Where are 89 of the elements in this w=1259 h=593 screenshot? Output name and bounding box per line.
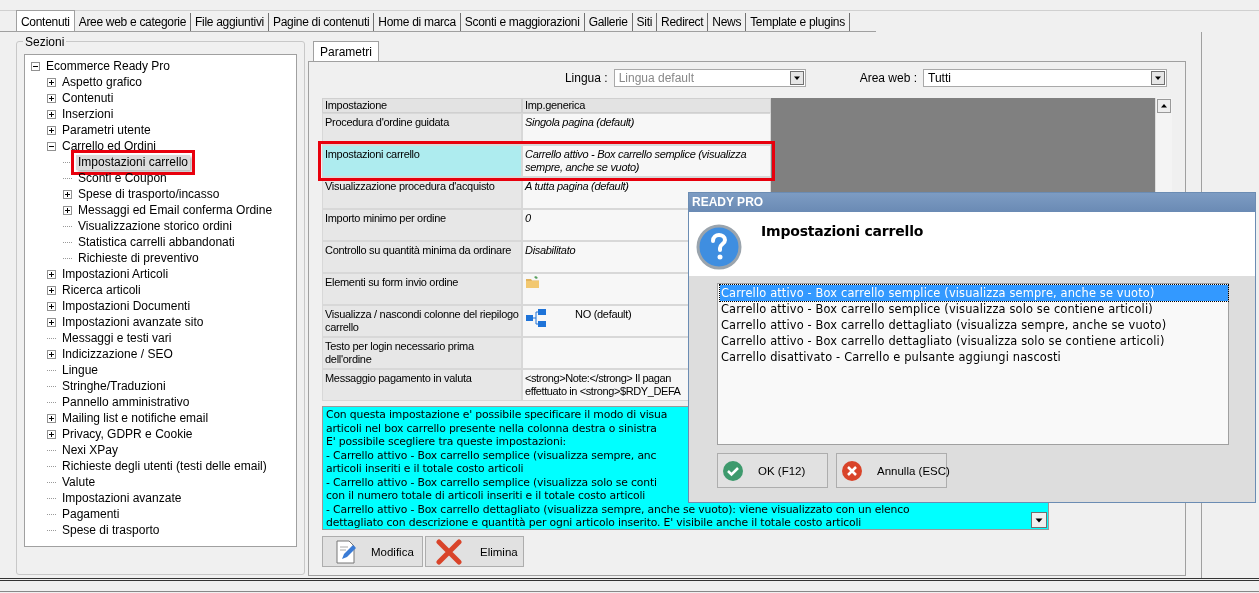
- expander-icon[interactable]: [47, 77, 56, 87]
- tree-item[interactable]: Contenuti: [60, 90, 116, 106]
- description-line: E' possibile scegliere tra queste impostazioni:: [326, 435, 566, 449]
- edit-document-icon: [333, 538, 359, 565]
- description-line: dettagliato con descrizione e quantità per ogni articolo inserito. E' visibile anche il totale costo articoli: [326, 516, 862, 530]
- expander-icon[interactable]: [47, 109, 56, 119]
- tree-item[interactable]: Messaggi e testi vari: [60, 330, 174, 346]
- close-icon: [841, 459, 863, 482]
- cell-value: NO (default): [575, 308, 632, 321]
- tree-item[interactable]: Ecommerce Ready Pro: [44, 58, 173, 74]
- description-line: Con questa impostazione e' possibile specificare il modo di visua: [326, 408, 668, 422]
- dropdown[interactable]: Tutti: [923, 69, 1167, 87]
- tree-item[interactable]: Privacy, GDPR e Cookie: [60, 426, 195, 442]
- expander-icon[interactable]: [47, 141, 56, 151]
- list-option[interactable]: Carrello attivo - Box carrello semplice (visualizza solo se contiene articoli): [720, 301, 1228, 317]
- tree-item[interactable]: Mailing list e notifiche email: [60, 410, 211, 426]
- tree-item[interactable]: Pannello amministrativo: [60, 394, 192, 410]
- expander-icon[interactable]: [47, 93, 56, 103]
- tree-item[interactable]: Nexi XPay: [60, 442, 121, 458]
- list-option[interactable]: Carrello disattivato - Carrello e pulsante aggiungi nascosti: [720, 349, 1228, 365]
- tree-item[interactable]: Carrello ed Ordini: [60, 138, 159, 154]
- description-line: - Carrello attivo - Box carrello dettagliato (visualizza sempre, anche se vuoto): viene visualizzato con un elenco: [326, 502, 910, 516]
- description-line: con il numero totale di articoli inseriti e il totale costo articoli: [326, 489, 646, 503]
- tree-item[interactable]: Impostazioni Articoli: [60, 266, 171, 282]
- tree-item[interactable]: Spese di trasporto: [60, 522, 162, 538]
- tree-item[interactable]: Indicizzazione / SEO: [60, 346, 175, 362]
- tree-item[interactable]: Impostazioni avanzate: [60, 490, 184, 506]
- scroll-up-icon[interactable]: [1157, 99, 1171, 113]
- expander-icon[interactable]: [31, 61, 40, 71]
- expander-icon[interactable]: [47, 349, 56, 359]
- list-option[interactable]: Carrello attivo - Box carrello dettagliato (visualizza sempre, anche se vuoto): [720, 317, 1228, 333]
- delete-icon: [436, 538, 462, 565]
- table-cell: Testo per login necessario prima dell'ordine: [322, 337, 522, 369]
- table-cell: Carrello attivo - Box carrello semplice (visualizza sempre, anche se vuoto): [522, 145, 771, 177]
- tree-item[interactable]: Inserzioni: [60, 106, 116, 122]
- tree-item[interactable]: Parametri utente: [60, 122, 153, 138]
- expander-icon[interactable]: [47, 125, 56, 135]
- list-option[interactable]: Carrello attivo - Box carrello dettagliato (visualizza solo se contiene articoli): [720, 333, 1228, 349]
- table-cell: Importo minimo per ordine: [322, 209, 522, 241]
- expander-icon[interactable]: [47, 301, 56, 311]
- tree-item[interactable]: Pagamenti: [60, 506, 122, 522]
- table-cell: Visualizzazione procedura d'acquisto: [322, 177, 522, 209]
- table-cell: Elementi su form invio ordine: [322, 273, 522, 305]
- expander-icon[interactable]: [63, 189, 72, 199]
- filter-label: Lingua :: [564, 71, 608, 85]
- group-title: Sezioni: [23, 35, 67, 49]
- tree-item[interactable]: Visualizzazione storico ordini: [76, 218, 234, 234]
- expander-icon[interactable]: [47, 317, 56, 327]
- tab[interactable]: Contenuti: [16, 10, 75, 31]
- tree-item[interactable]: Messaggi ed Email conferma Ordine: [76, 202, 275, 218]
- description-line: articoli inseriti e il totale costo articoli: [326, 462, 524, 476]
- options-list[interactable]: [717, 283, 1229, 445]
- expander-icon[interactable]: [47, 429, 56, 439]
- tree-item[interactable]: Spese di trasporto/incasso: [76, 186, 222, 202]
- check-icon: [722, 459, 744, 482]
- tree-item[interactable]: Lingue: [60, 362, 101, 378]
- tree-item[interactable]: Impostazioni avanzate sito: [60, 314, 206, 330]
- tree-item[interactable]: Aspetto grafico: [60, 74, 145, 90]
- table-cell: Impostazioni carrello: [322, 145, 522, 177]
- help-icon: [696, 224, 742, 270]
- expander-icon[interactable]: [47, 269, 56, 279]
- table-cell: Controllo su quantità minima da ordinare: [322, 241, 522, 273]
- tree-item[interactable]: Richieste degli utenti (testi delle email): [60, 458, 269, 474]
- dialog-title: READY PRO: [689, 193, 1255, 212]
- description-line: articoli nel box carrello presente nella colonna destra o sinistra: [326, 421, 657, 435]
- tree-item[interactable]: Statistica carrelli abbandonati: [76, 234, 237, 250]
- tab[interactable]: Parametri: [313, 41, 379, 61]
- expander-icon[interactable]: [63, 205, 72, 215]
- folder-icon: [525, 276, 540, 289]
- tree-item[interactable]: Stringhe/Traduzioni: [60, 378, 168, 394]
- table-cell: Visualizza / nascondi colonne del riepilogo carrello: [322, 305, 522, 337]
- tree-item[interactable]: Impostazioni Documenti: [60, 298, 193, 314]
- tree-item[interactable]: Valute: [60, 474, 98, 490]
- description-line: - Carrello attivo - Box carrello semplice (visualizza sempre, anc: [326, 448, 657, 462]
- hierarchy-icon: [525, 308, 547, 328]
- expander-icon[interactable]: [47, 285, 56, 295]
- cancel-button[interactable]: Annulla (ESC): [836, 453, 947, 488]
- tree-item[interactable]: Sconti e Coupon: [76, 170, 169, 186]
- delete-button[interactable]: Elimina: [425, 536, 524, 567]
- filter-label: Area web :: [859, 71, 917, 85]
- table-cell: Messaggio pagamento in valuta: [322, 369, 522, 401]
- tree-item[interactable]: Richieste di preventivo: [76, 250, 201, 266]
- column-header: Impostazione: [322, 98, 522, 113]
- ok-button[interactable]: OK (F12): [717, 453, 828, 488]
- column-header: Imp.generica: [522, 98, 771, 113]
- description-line: - Carrello attivo - Box carrello semplice (visualizza solo se conti: [326, 475, 657, 489]
- expander-icon[interactable]: [47, 413, 56, 423]
- tree-item[interactable]: Ricerca articoli: [60, 282, 143, 298]
- edit-button[interactable]: Modifica: [322, 536, 423, 567]
